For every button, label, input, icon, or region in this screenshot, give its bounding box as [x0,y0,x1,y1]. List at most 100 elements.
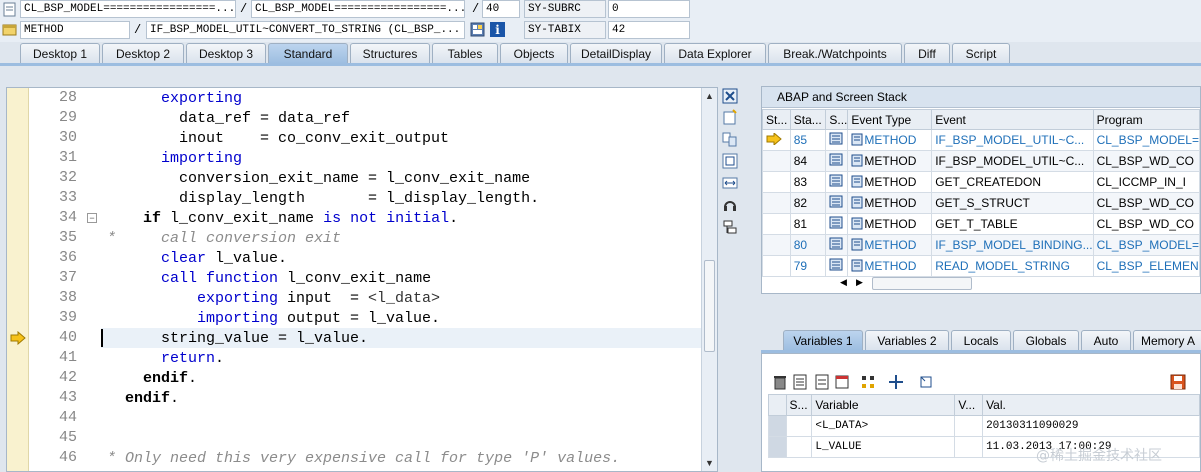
resize-icon[interactable] [722,175,738,191]
line-number: 36 [58,249,77,266]
tab-locals[interactable]: Locals [951,330,1011,351]
column-header[interactable]: St... [762,109,791,130]
sysfield-value[interactable]: 42 [608,21,690,39]
stack-row[interactable]: 85 METHOD IF_BSP_MODEL_UTIL~C... CL_BSP_MOD… [762,129,1200,151]
tab-script[interactable]: Script [952,43,1010,64]
stack-row[interactable]: 80 METHOD IF_BSP_MODEL_BINDING... CL_BSP_MO… [762,234,1200,256]
variable-row[interactable]: <L_DATA> 20130311090029 [768,415,1200,437]
source-editor[interactable]: 28 exporting 29 data_ref = data_ref 30 ino… [6,87,718,472]
code-line[interactable]: exporting [107,89,242,109]
variable-value[interactable]: 20130311090029 [982,415,1200,437]
stack-row[interactable]: 81 METHOD GET_T_TABLE CL_BSP_WD_CO [762,213,1200,235]
fold-toggle[interactable]: − [87,213,97,223]
event-type-label: METHOD [864,133,917,147]
stack-row[interactable]: 84 METHOD IF_BSP_MODEL_UTIL~C... CL_BSP_WD_… [762,150,1200,172]
code-line[interactable]: endif. [107,389,179,409]
new-tool-icon[interactable] [722,109,738,125]
tab-variables-2[interactable]: Variables 2 [865,330,949,351]
tab-detail-display[interactable]: DetailDisplay [570,43,662,64]
tab-structures[interactable]: Structures [350,43,430,64]
line-field[interactable]: 40 [482,0,520,18]
stack-panel: ABAP and Screen Stack St... Sta... S... … [761,86,1201,294]
code-line[interactable]: endif. [107,369,197,389]
services-icon[interactable] [722,197,738,213]
stack-rows: 85 METHOD IF_BSP_MODEL_UTIL~C... CL_BSP_MOD… [762,129,1200,277]
program-name: CL_BSP_WD_CO [1092,192,1200,214]
info-icon[interactable]: i [490,22,505,37]
event-type-field[interactable]: METHOD [20,21,130,39]
code-line[interactable]: display_length = l_display_length. [107,189,539,209]
column-header[interactable]: Val. [982,394,1200,416]
breakpoint-gutter[interactable] [7,88,29,471]
variable-name[interactable]: L_VALUE [811,436,956,458]
tab-data-explorer[interactable]: Data Explorer [664,43,766,64]
stack-level: 85 [789,129,827,151]
scroll-right-icon[interactable]: ▶ [856,277,863,288]
event-field[interactable]: IF_BSP_MODEL_UTIL~CONVERT_TO_STRING (CL_… [146,21,465,39]
delete-icon[interactable] [772,374,788,390]
save-icon[interactable] [1170,374,1186,390]
tab-auto[interactable]: Auto [1081,330,1131,351]
scroll-up-icon[interactable]: ▲ [702,89,717,103]
code-line[interactable]: clear l_value. [107,249,287,269]
column-header[interactable]: V... [954,394,984,416]
code-line[interactable]: return. [107,349,224,369]
close-icon[interactable] [722,88,738,104]
sysfield-value[interactable]: 0 [608,0,690,18]
tab-desktop-3[interactable]: Desktop 3 [186,43,266,64]
scroll-down-icon[interactable]: ▼ [702,456,717,470]
column-header[interactable]: Event [931,109,1094,130]
variable-name[interactable]: <L_DATA> [811,415,956,437]
tab-objects[interactable]: Objects [500,43,568,64]
column-header[interactable]: Event Type [847,109,933,130]
code-line[interactable]: importing output = l_value. [107,309,440,329]
code-line[interactable]: call function l_conv_exit_name [107,269,431,289]
stack-hscrollbar[interactable]: ◀ ▶ [838,277,1200,291]
scroll-left-icon[interactable]: ◀ [840,277,847,288]
code-line[interactable]: * call conversion exit [107,229,341,249]
tab-desktop-1[interactable]: Desktop 1 [20,43,100,64]
scrollbar-thumb[interactable] [872,277,972,290]
pin-icon[interactable] [918,374,934,390]
display-object-icon[interactable] [470,22,485,37]
table-icon[interactable] [834,374,850,390]
editor-scrollbar[interactable]: ▲ ▼ [701,88,717,471]
scrollbar-thumb[interactable] [704,260,715,352]
maximize-icon[interactable] [722,153,738,169]
column-header[interactable]: Variable [811,394,956,416]
tab-memory[interactable]: Memory A [1133,330,1201,351]
code-line[interactable]: data_ref = data_ref [107,109,350,129]
tab-standard[interactable]: Standard [268,43,348,64]
stack-title: ABAP and Screen Stack [762,87,1200,108]
tab-variables-1[interactable]: Variables 1 [783,330,863,351]
stack-row[interactable]: 83 METHOD GET_CREATEDON CL_ICCMP_IN_I [762,171,1200,193]
settings-icon[interactable] [722,219,738,235]
code-line[interactable]: * Only need this very expensive call for… [107,449,620,469]
document-icon[interactable] [814,374,830,390]
code-line[interactable]: if l_conv_exit_name is not initial. [107,209,458,229]
tab-diff[interactable]: Diff [904,43,950,64]
code-line[interactable]: string_value = l_value. [107,329,368,349]
select-all-cell[interactable] [768,394,787,416]
column-header[interactable]: Program [1092,109,1200,130]
column-header[interactable]: S... [825,109,849,130]
column-header[interactable]: S... [785,394,813,416]
swap-tool-icon[interactable] [722,131,738,147]
stack-row[interactable]: 82 METHOD GET_S_STRUCT CL_BSP_WD_CO [762,192,1200,214]
program-field[interactable]: CL_BSP_MODEL=================... [20,0,236,18]
code-line[interactable]: conversion_exit_name = l_conv_exit_name [107,169,530,189]
tree-icon[interactable] [860,374,876,390]
code-line[interactable]: exporting input = <l_data> [107,289,440,309]
tab-desktop-2[interactable]: Desktop 2 [102,43,184,64]
move-icon[interactable] [888,374,904,390]
tab-breakpoints[interactable]: Break./Watchpoints [768,43,902,64]
code-line[interactable]: inout = co_conv_exit_output [107,129,449,149]
tab-globals[interactable]: Globals [1013,330,1079,351]
tab-tables[interactable]: Tables [432,43,498,64]
code-line[interactable]: importing [107,149,242,169]
column-header[interactable]: Sta... [789,109,827,130]
list-icon[interactable] [792,374,808,390]
current-marker-cell [762,192,791,214]
include-field[interactable]: CL_BSP_MODEL=================... [251,0,465,18]
stack-row[interactable]: 79 METHOD READ_MODEL_STRING CL_BSP_ELEMEN [762,255,1200,277]
